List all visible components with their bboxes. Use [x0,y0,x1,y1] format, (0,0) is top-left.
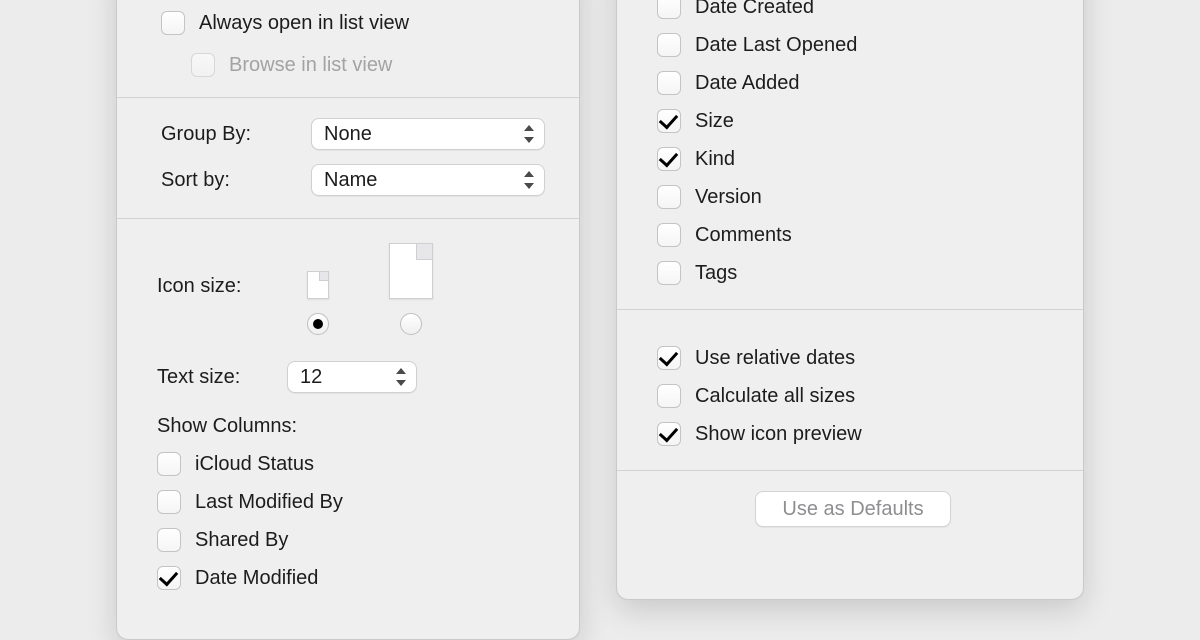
always-open-checkbox[interactable] [161,11,185,35]
column-shared-by-checkbox[interactable] [157,528,181,552]
column-date-created-checkbox[interactable] [657,0,681,19]
updown-icon [524,171,536,189]
view-mode-section: Always open in list view Browse in list … [117,0,579,97]
option-show-icon-preview-row: Show icon preview [657,422,1049,446]
option-calculate-sizes-label: Calculate all sizes [695,385,855,408]
view-options-right-panel: Date Created Date Last Opened Date Added Si… [616,0,1084,600]
use-as-defaults-button[interactable]: Use as Defaults [755,491,950,527]
option-relative-dates-checkbox[interactable] [657,346,681,370]
column-date-last-opened-checkbox[interactable] [657,33,681,57]
option-show-icon-preview-label: Show icon preview [695,423,862,446]
use-as-defaults-label: Use as Defaults [782,498,923,521]
column-last-modified-by-row: Last Modified By [157,490,545,514]
column-kind-label: Kind [695,148,735,171]
view-options-left-panel: Always open in list view Browse in list … [116,0,580,640]
column-date-modified-checkbox[interactable] [157,566,181,590]
group-by-select[interactable]: None [311,118,545,150]
column-size-row: Size [657,109,1049,133]
group-by-value: None [324,123,372,146]
column-date-modified-row: Date Modified [157,566,545,590]
sort-by-select[interactable]: Name [311,164,545,196]
footer-section: Use as Defaults [617,471,1083,551]
column-date-added-row: Date Added [657,71,1049,95]
column-tags-label: Tags [695,262,737,285]
column-last-modified-by-label: Last Modified By [195,491,343,514]
column-date-last-opened-label: Date Last Opened [695,34,857,57]
column-tags-row: Tags [657,261,1049,285]
column-icloud-status-label: iCloud Status [195,453,314,476]
browse-in-list-checkbox [191,53,215,77]
column-size-checkbox[interactable] [657,109,681,133]
sort-by-value: Name [324,169,377,192]
column-comments-label: Comments [695,224,792,247]
column-comments-row: Comments [657,223,1049,247]
option-relative-dates-label: Use relative dates [695,347,855,370]
always-open-label: Always open in list view [199,12,409,35]
column-icloud-status-checkbox[interactable] [157,452,181,476]
file-icon [307,271,329,299]
text-size-value: 12 [300,366,322,389]
option-calculate-sizes-row: Calculate all sizes [657,384,1049,408]
icon-size-label: Icon size: [157,243,307,298]
column-icloud-status-row: iCloud Status [157,452,545,476]
text-size-label: Text size: [157,366,269,389]
browse-in-list-label: Browse in list view [229,54,392,77]
icon-text-columns-section: Icon size: Text size: 12 Show Columns: i… [117,219,579,610]
column-version-row: Version [657,185,1049,209]
column-shared-by-label: Shared By [195,529,288,552]
column-size-label: Size [695,110,734,133]
column-shared-by-row: Shared By [157,528,545,552]
column-tags-checkbox[interactable] [657,261,681,285]
group-sort-section: Group By: None Sort by: Name [117,98,579,218]
column-date-added-label: Date Added [695,72,800,95]
column-kind-row: Kind [657,147,1049,171]
icon-size-small-radio[interactable] [307,313,329,335]
updown-icon [524,125,536,143]
show-columns-header: Show Columns: [157,415,545,438]
columns-list-section: Date Created Date Last Opened Date Added Si… [617,0,1083,309]
column-date-created-row: Date Created [657,0,1049,19]
column-version-label: Version [695,186,762,209]
column-date-added-checkbox[interactable] [657,71,681,95]
text-size-select[interactable]: 12 [287,361,417,393]
extra-options-section: Use relative dates Calculate all sizes Sho… [617,310,1083,470]
option-show-icon-preview-checkbox[interactable] [657,422,681,446]
option-relative-dates-row: Use relative dates [657,346,1049,370]
updown-icon [396,368,408,386]
group-by-label: Group By: [161,123,311,146]
column-comments-checkbox[interactable] [657,223,681,247]
option-calculate-sizes-checkbox[interactable] [657,384,681,408]
sort-by-label: Sort by: [161,169,311,192]
file-icon [389,243,433,299]
column-date-last-opened-row: Date Last Opened [657,33,1049,57]
column-date-modified-label: Date Modified [195,567,318,590]
column-last-modified-by-checkbox[interactable] [157,490,181,514]
column-kind-checkbox[interactable] [657,147,681,171]
column-version-checkbox[interactable] [657,185,681,209]
icon-size-large-radio[interactable] [400,313,422,335]
column-date-created-label: Date Created [695,0,814,19]
